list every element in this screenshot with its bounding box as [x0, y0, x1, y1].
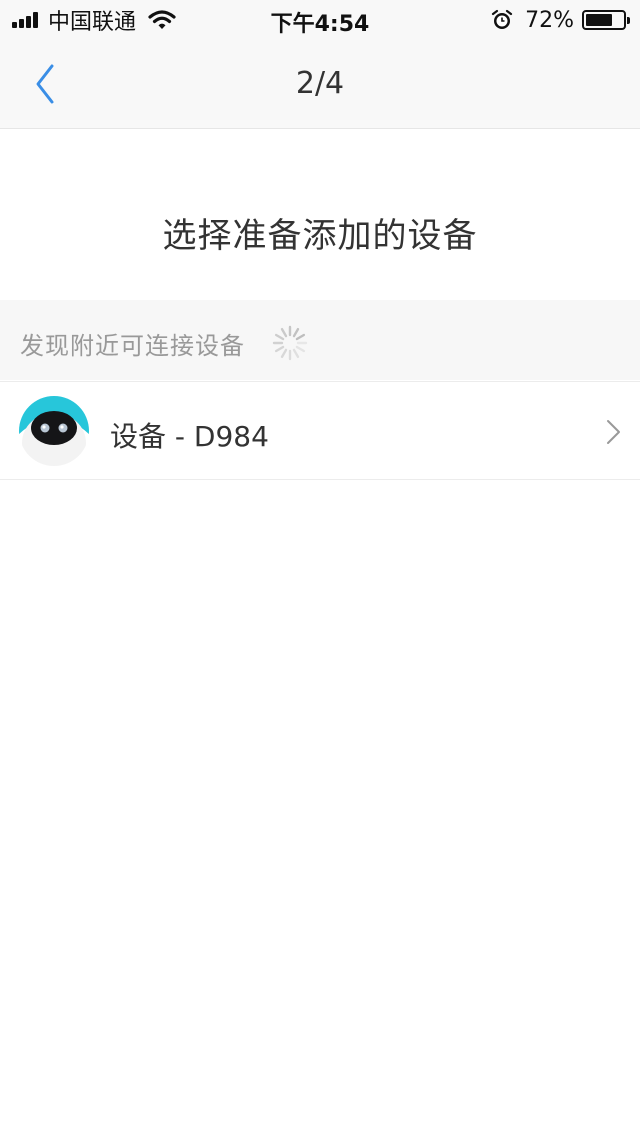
battery-fill — [586, 14, 612, 26]
spinner-segment — [292, 348, 300, 359]
battery-icon — [582, 10, 630, 30]
spinner-segment — [280, 348, 288, 359]
section-label: 发现附近可连接设备 — [20, 332, 245, 360]
spinner-segment — [292, 327, 300, 338]
battery-percent: 72% — [525, 7, 574, 33]
list-item[interactable]: 设备 - D984 — [0, 381, 640, 480]
spinner-segment — [295, 333, 306, 341]
chevron-right-icon — [607, 420, 620, 444]
alarm-icon — [491, 9, 513, 29]
status-bar: 中国联通 下午4:54 72% — [0, 0, 640, 40]
spinner-segment — [295, 345, 306, 353]
navigation-bar: 2/4 — [0, 40, 640, 129]
loading-spinner-icon — [272, 325, 308, 361]
status-right: 72% — [491, 7, 630, 33]
spinner-segment — [274, 333, 285, 341]
battery-cap — [627, 17, 630, 24]
page-title: 选择准备添加的设备 — [162, 216, 478, 256]
device-name: 设备 - D984 — [110, 420, 269, 453]
robot-avatar-icon — [19, 396, 89, 466]
spinner-segment — [274, 345, 285, 353]
step-indicator: 2/4 — [295, 66, 345, 101]
section-header: 发现附近可连接设备 — [0, 300, 640, 380]
spinner-segment — [280, 327, 288, 338]
